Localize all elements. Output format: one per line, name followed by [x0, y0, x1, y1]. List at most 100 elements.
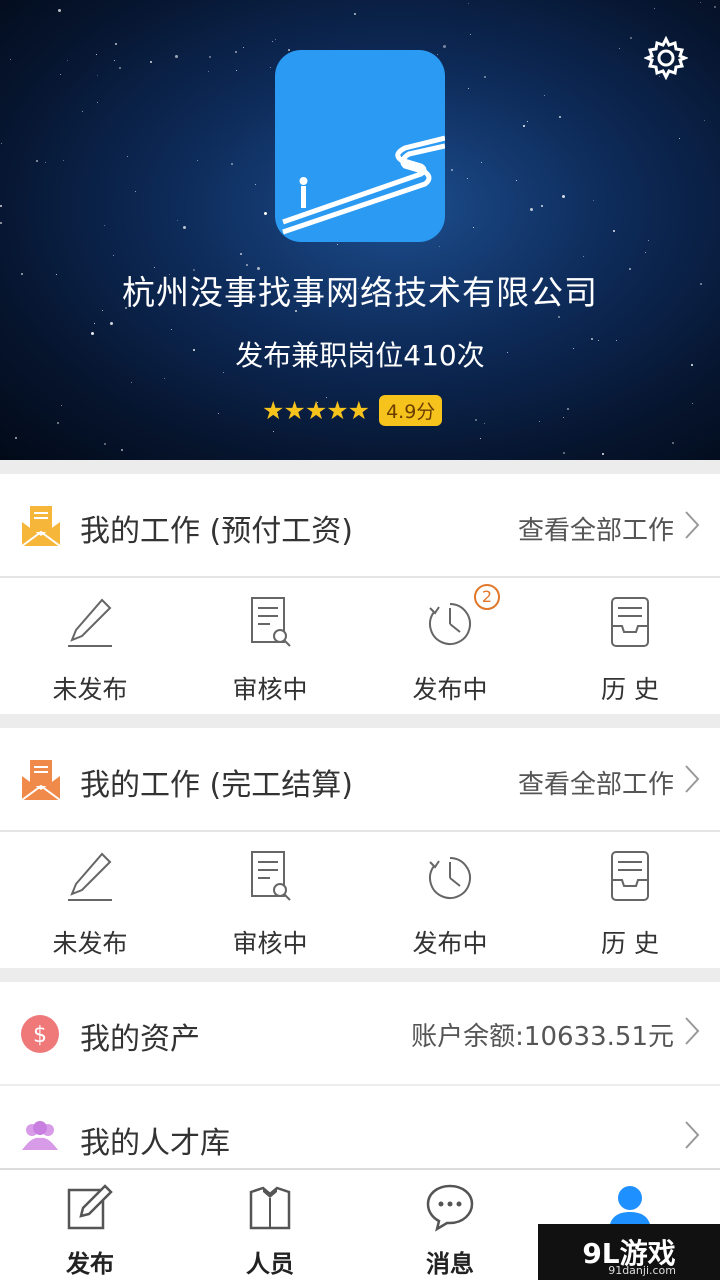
- star-dot: [177, 220, 178, 221]
- envelope-icon: [21, 760, 61, 801]
- star-dot: [231, 163, 233, 165]
- profile-page: 杭州没事找事网络技术有限公司 发布兼职岗位410次 ★★★★★ 4.9分 我的工…: [0, 0, 720, 1280]
- star-dot: [567, 408, 569, 410]
- star-dot: [45, 162, 46, 163]
- clock-icon: [429, 603, 471, 645]
- status-label: 历 史: [601, 675, 659, 704]
- status-unpublished[interactable]: 未发布: [0, 832, 180, 968]
- status-unpublished[interactable]: 未发布: [0, 578, 180, 714]
- my-assets-row[interactable]: $ 我的资产 账户余额:10633.51元: [0, 982, 720, 1084]
- status-reviewing[interactable]: 审核中: [180, 832, 360, 968]
- view-all-jobs-link[interactable]: 查看全部工作: [518, 764, 674, 801]
- star-dot: [127, 156, 128, 157]
- star-dot: [473, 227, 474, 228]
- star-dot: [692, 403, 693, 404]
- company-logo: [275, 50, 445, 242]
- star-dot: [337, 244, 338, 245]
- status-label: 未发布: [52, 675, 128, 704]
- star-dot: [527, 121, 528, 122]
- star-dot: [523, 125, 525, 127]
- star-dot: [593, 200, 594, 201]
- tab-staff[interactable]: 人员: [180, 1170, 360, 1280]
- star-dot: [97, 102, 98, 103]
- star-dot: [645, 252, 646, 253]
- star-dot: [468, 88, 469, 89]
- star-dot: [602, 453, 604, 455]
- star-dot: [164, 378, 165, 379]
- star-dot: [288, 49, 290, 51]
- star-dot: [235, 51, 237, 53]
- star-dot: [110, 322, 113, 325]
- company-name: 杭州没事找事网络技术有限公司: [122, 273, 598, 312]
- tab-label: 发布: [66, 1250, 114, 1278]
- status-reviewing[interactable]: 审核中: [180, 578, 360, 714]
- star-dot: [544, 95, 545, 96]
- star-dot: [1, 143, 2, 144]
- my-talent-pool-row[interactable]: 我的人才库: [0, 1086, 720, 1168]
- status-label: 发布中: [412, 675, 488, 704]
- tab-publish[interactable]: 发布: [0, 1170, 180, 1280]
- settlement-jobs-header[interactable]: 我的工作 (完工结算) 查看全部工作: [0, 728, 720, 832]
- svg-text:$: $: [33, 1023, 47, 1048]
- star-dot: [131, 382, 132, 383]
- star-dot: [15, 437, 17, 439]
- star-dot: [113, 255, 114, 256]
- star-dot: [558, 316, 560, 318]
- rating-stars: ★★★★★: [262, 395, 370, 425]
- view-all-jobs-link[interactable]: 查看全部工作: [518, 510, 674, 547]
- star-dot: [236, 70, 237, 71]
- star-dot: [273, 431, 274, 432]
- staff-icon: [249, 1186, 291, 1230]
- status-label: 审核中: [232, 929, 308, 958]
- star-dot: [275, 39, 276, 40]
- account-balance: 账户余额:10633.51元: [411, 1022, 674, 1052]
- star-dot: [439, 246, 440, 247]
- prepaid-status-grid: 未发布 审核中 发布中 历 史: [0, 578, 720, 714]
- star-dot: [82, 111, 83, 112]
- status-label: 历 史: [601, 929, 659, 958]
- star-dot: [171, 329, 172, 330]
- tab-label: 人员: [246, 1250, 294, 1278]
- chevron-right-icon: [685, 765, 700, 793]
- status-label: 发布中: [412, 929, 488, 958]
- settlement-status-grid: 未发布 审核中 发布中 历 史: [0, 832, 720, 968]
- star-dot: [679, 138, 680, 139]
- star-dot: [197, 160, 198, 161]
- dollar-icon: $: [21, 1015, 59, 1053]
- star-dot: [530, 208, 533, 211]
- star-dot: [700, 2, 701, 3]
- status-publishing[interactable]: 发布中: [360, 832, 540, 968]
- star-dot: [0, 205, 2, 207]
- star-dot: [63, 160, 64, 161]
- star-dot: [583, 256, 584, 257]
- star-dot: [559, 116, 561, 118]
- status-history[interactable]: 历 史: [540, 578, 720, 714]
- star-dot: [97, 75, 98, 76]
- star-dot: [58, 9, 61, 12]
- star-dot: [175, 55, 178, 58]
- star-dot: [648, 240, 649, 241]
- star-dot: [61, 405, 62, 406]
- star-dot: [96, 54, 97, 55]
- prepaid-jobs-card: 我的工作 (预付工资) 查看全部工作 未发布 审核中 发布中 历 史: [0, 474, 720, 714]
- star-dot: [60, 74, 61, 75]
- status-publishing[interactable]: 发布中: [360, 578, 540, 714]
- star-dot: [115, 43, 117, 45]
- star-dot: [208, 71, 209, 72]
- star-dot: [270, 67, 271, 68]
- star-dot: [451, 169, 453, 171]
- tab-messages[interactable]: 消息: [360, 1170, 540, 1280]
- star-dot: [619, 48, 620, 49]
- prepaid-jobs-header[interactable]: 我的工作 (预付工资) 查看全部工作: [0, 474, 720, 578]
- star-dot: [255, 184, 256, 185]
- my-talent-pool-title: 我的人才库: [80, 1126, 230, 1161]
- star-dot: [562, 195, 565, 198]
- star-dot: [67, 60, 68, 61]
- status-history[interactable]: 历 史: [540, 832, 720, 968]
- star-dot: [36, 160, 38, 162]
- prepaid-jobs-title: 我的工作 (预付工资): [80, 514, 353, 549]
- settlement-jobs-title: 我的工作 (完工结算): [80, 768, 353, 803]
- chevron-right-icon: [685, 511, 700, 539]
- gear-icon[interactable]: [644, 36, 688, 80]
- archive-icon: [611, 597, 649, 647]
